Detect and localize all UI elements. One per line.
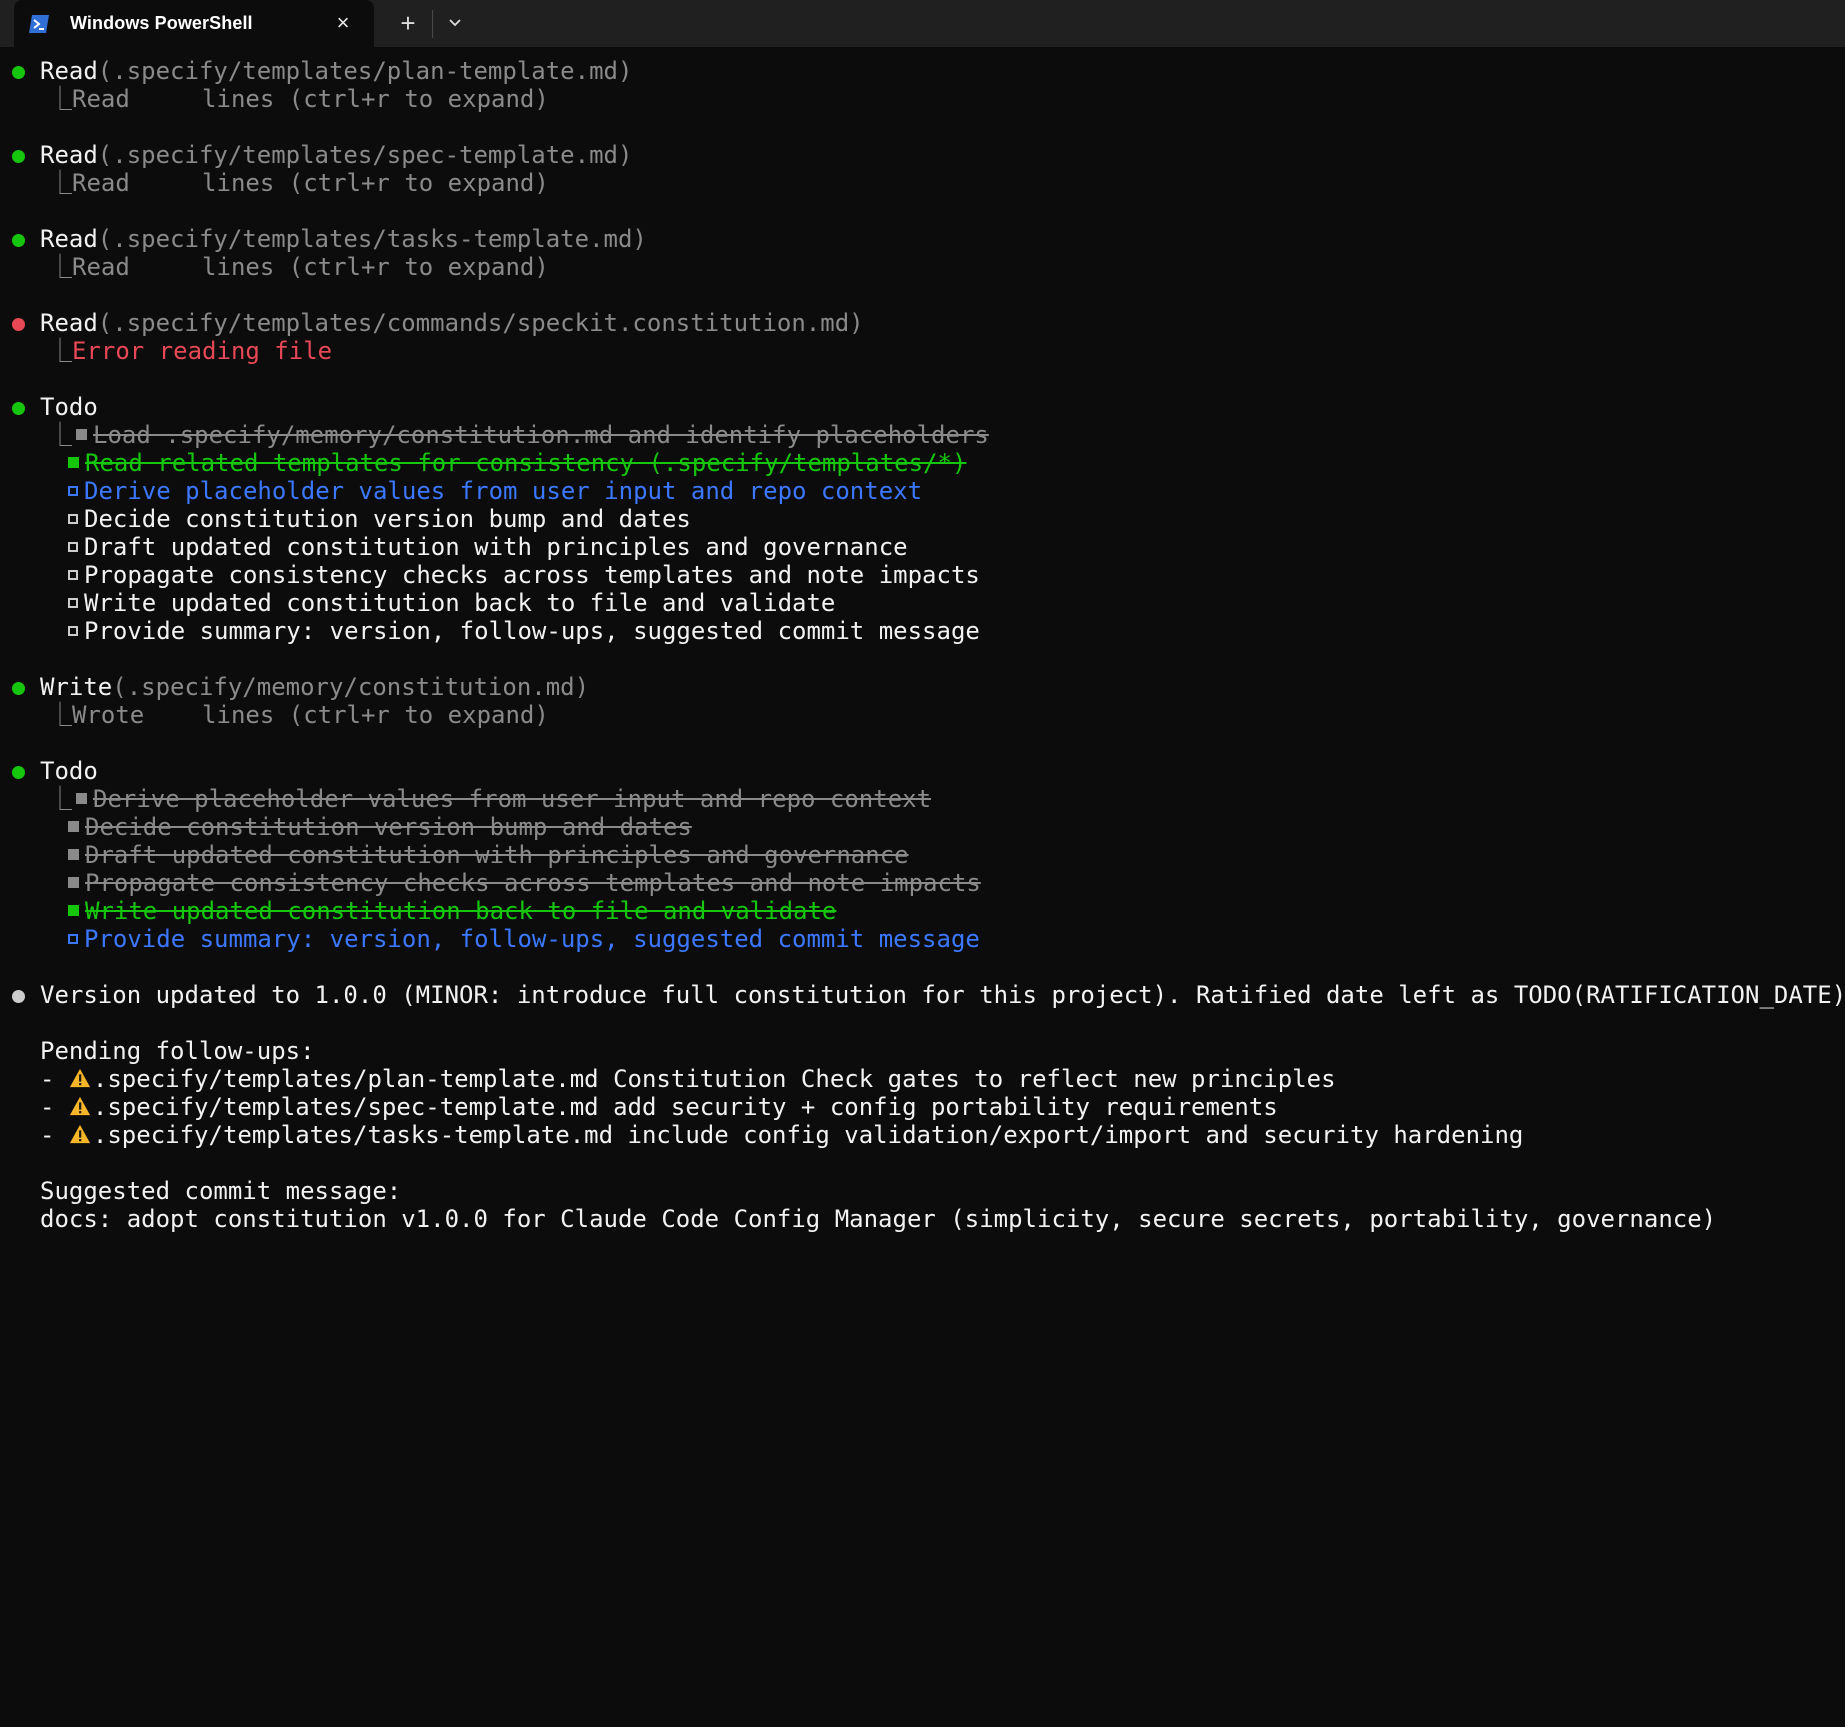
powershell-icon (28, 14, 50, 34)
new-tab-button[interactable]: + (392, 8, 424, 38)
tool-result: ⎿Read lines (ctrl+r to expand) (48, 85, 549, 113)
status-dot-success (12, 66, 25, 79)
followup-item: - .specify/templates/plan-template.md Co… (40, 1065, 1336, 1093)
status-dot-info (12, 990, 25, 1003)
tool-result: ⎿Read lines (ctrl+r to expand) (48, 169, 549, 197)
summary-version-line: Version updated to 1.0.0 (MINOR: introdu… (40, 981, 1845, 1009)
checkbox-checked-icon (68, 457, 79, 468)
status-dot-success (12, 402, 25, 415)
checkbox-empty-icon (68, 485, 78, 496)
todo-item-done: ⎿ Load .specify/memory/constitution.md an… (48, 421, 989, 449)
tool-error: ⎿Error reading file (48, 337, 333, 365)
close-tab-button[interactable]: × (332, 12, 354, 34)
checkbox-empty-icon (68, 541, 78, 552)
todo-item-pending: Provide summary: version, follow-ups, su… (64, 617, 980, 645)
checkbox-empty-icon (68, 513, 78, 524)
tool-call-write: Write(.specify/memory/constitution.md) (40, 673, 590, 701)
tab-bar: Windows PowerShell × + (0, 0, 1845, 47)
todo-item-done: Propagate consistency checks across temp… (64, 869, 981, 897)
warning-icon (69, 1096, 90, 1116)
todo-title: Todo (40, 393, 98, 421)
todo-item-pending: Draft updated constitution with principl… (64, 533, 908, 561)
tool-result: ⎿Read lines (ctrl+r to expand) (48, 253, 549, 281)
checkbox-checked-icon (68, 905, 79, 916)
tool-call-read: Read(.specify/templates/plan-template.md… (40, 57, 633, 85)
checkbox-empty-icon (68, 933, 78, 944)
tool-call-read: Read(.specify/templates/tasks-template.m… (40, 225, 647, 253)
tab-title: Windows PowerShell (70, 13, 253, 33)
tab-dropdown-button[interactable] (440, 8, 470, 38)
followup-item: - .specify/templates/spec-template.md ad… (40, 1093, 1278, 1121)
checkbox-checked-icon (68, 849, 79, 860)
status-dot-success (12, 682, 25, 695)
warning-icon (69, 1124, 90, 1144)
followups-heading: Pending follow-ups: (40, 1037, 315, 1065)
chevron-down-icon (449, 19, 461, 27)
tab-separator (432, 10, 433, 38)
warning-icon (69, 1068, 90, 1088)
tab-windows-powershell[interactable]: Windows PowerShell × (14, 0, 374, 47)
checkbox-checked-icon (68, 877, 79, 888)
tool-call-read: Read(.specify/templates/spec-template.md… (40, 141, 633, 169)
todo-item-just-done: Write updated constitution back to file … (64, 897, 836, 925)
tool-call-read: Read(.specify/templates/commands/speckit… (40, 309, 864, 337)
checkbox-checked-icon (76, 429, 87, 440)
todo-item-pending: Decide constitution version bump and dat… (64, 505, 691, 533)
todo-item-in-progress: Derive placeholder values from user inpu… (64, 477, 922, 505)
status-dot-success (12, 766, 25, 779)
followup-item: - .specify/templates/tasks-template.md i… (40, 1121, 1524, 1149)
checkbox-empty-icon (68, 597, 78, 608)
checkbox-checked-icon (68, 821, 79, 832)
status-dot-success (12, 234, 25, 247)
todo-item-in-progress: Provide summary: version, follow-ups, su… (64, 925, 980, 953)
todo-item-pending: Propagate consistency checks across temp… (64, 561, 980, 589)
tool-result: ⎿Wrote lines (ctrl+r to expand) (48, 701, 549, 729)
todo-item-done: ⎿ Derive placeholder values from user inp… (48, 785, 932, 813)
todo-item-done: Decide constitution version bump and dat… (64, 813, 692, 841)
checkbox-empty-icon (68, 569, 78, 580)
todo-item-pending: Write updated constitution back to file … (64, 589, 835, 617)
todo-title: Todo (40, 757, 98, 785)
checkbox-empty-icon (68, 625, 78, 636)
todo-item-done: Draft updated constitution with principl… (64, 841, 909, 869)
commit-message: docs: adopt constitution v1.0.0 for Clau… (40, 1205, 1717, 1233)
terminal-output[interactable]: Read(.specify/templates/plan-template.md… (0, 47, 1845, 1257)
commit-heading: Suggested commit message: (40, 1177, 402, 1205)
todo-item-just-done: Read related templates for consistency (… (64, 449, 966, 477)
status-dot-error (12, 318, 25, 331)
checkbox-checked-icon (76, 793, 87, 804)
status-dot-success (12, 150, 25, 163)
